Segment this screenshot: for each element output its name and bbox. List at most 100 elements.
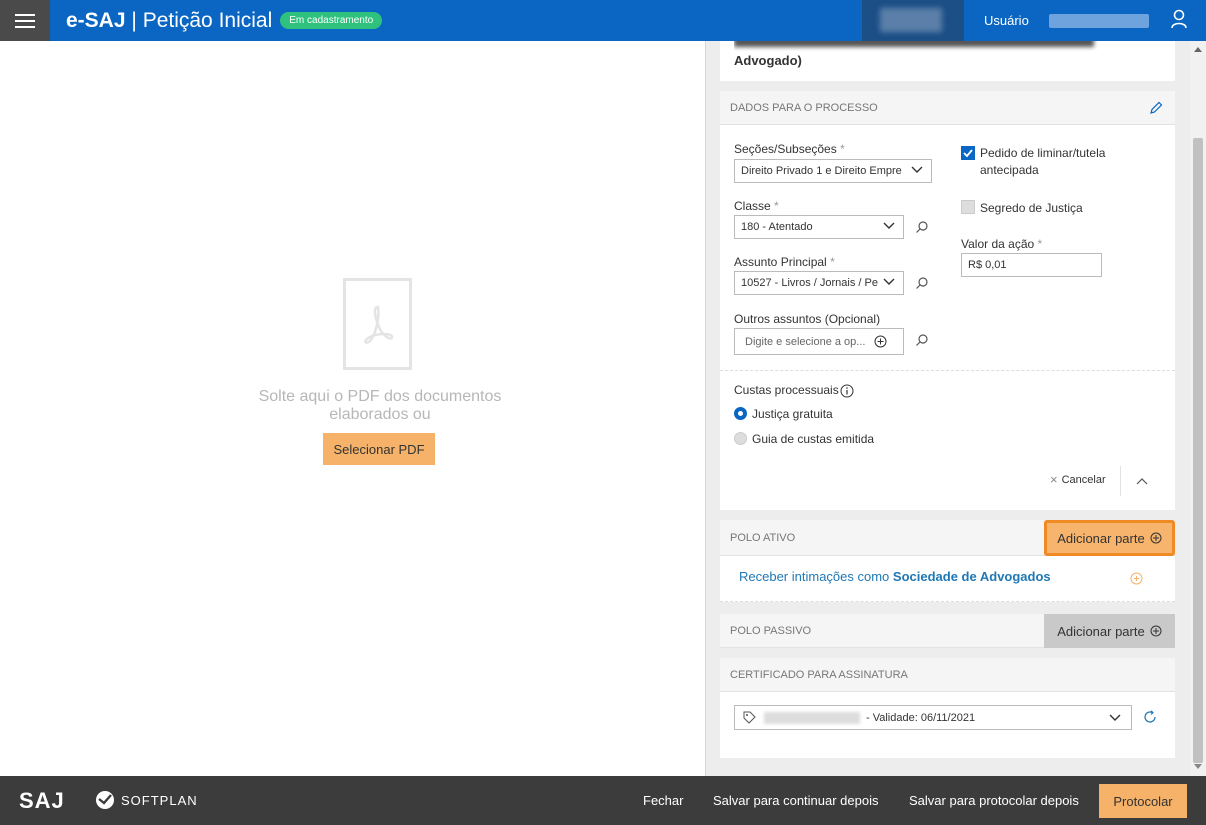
user-icon[interactable] — [1170, 9, 1188, 29]
redacted-content — [880, 8, 942, 32]
custas-label: Custas processuais — [734, 383, 839, 397]
salvar-continuar-button[interactable]: Salvar para continuar depois — [713, 776, 879, 825]
softplan-text: SOFTPLAN — [121, 792, 198, 808]
outros-assuntos-input[interactable]: Digite e selecione a op... — [734, 328, 904, 355]
radio-justica-gratuita[interactable] — [734, 407, 747, 420]
tag-icon — [743, 711, 756, 724]
assunto-select[interactable]: 10527 - Livros / Jornais / Pe — [734, 271, 904, 295]
search-icon[interactable] — [915, 276, 929, 290]
lawyer-name-redacted — [734, 41, 1161, 51]
info-icon[interactable] — [840, 384, 854, 398]
chevron-down-icon — [883, 278, 895, 285]
user-menu[interactable]: Usuário — [964, 0, 1206, 41]
chevron-up-icon[interactable] — [1136, 477, 1148, 485]
classe-select[interactable]: 180 - Atentado — [734, 215, 904, 239]
valor-value: R$ 0,01 — [968, 259, 1007, 271]
scroll-thumb[interactable] — [1193, 138, 1203, 763]
secoes-label: Seções/Subseções * — [734, 142, 845, 156]
polo-passivo-add-party-button[interactable]: Adicionar parte — [1044, 614, 1175, 648]
link-bold: Sociedade de Advogados — [892, 569, 1051, 584]
user-label: Usuário — [984, 13, 1029, 28]
refresh-icon[interactable] — [1143, 710, 1157, 724]
segredo-checkbox[interactable] — [961, 200, 975, 214]
scroll-up-arrow[interactable] — [1194, 47, 1202, 52]
add-party-label: Adicionar parte — [1057, 530, 1145, 546]
menu-icon-line — [15, 13, 35, 16]
side-panel-scrollbar[interactable] — [1190, 41, 1206, 776]
search-icon[interactable] — [915, 220, 929, 234]
certificado-title: CERTIFICADO PARA ASSINATURA — [730, 668, 908, 681]
polo-passivo-title: POLO PASSIVO — [730, 624, 812, 637]
hamburger-menu-button[interactable] — [0, 0, 50, 41]
redacted-area — [862, 0, 964, 41]
certificate-name-redacted — [764, 711, 860, 724]
salvar-protocolar-button[interactable]: Salvar para protocolar depois — [909, 776, 1079, 825]
liminar-label-2: antecipada — [980, 163, 1039, 177]
liminar-label-1: Pedido de liminar/tutela — [980, 146, 1106, 160]
valor-input[interactable]: R$ 0,01 — [961, 253, 1102, 277]
cancel-label: Cancelar — [1061, 474, 1106, 486]
saj-logo: SAJ — [19, 788, 65, 813]
segredo-label: Segredo de Justiça — [980, 201, 1083, 215]
app-name: e-SAJ — [66, 8, 126, 32]
fechar-button[interactable]: Fechar — [643, 776, 683, 825]
protocolar-button[interactable]: Protocolar — [1099, 784, 1187, 818]
radio-guia-custas[interactable] — [734, 432, 747, 445]
scroll-down-arrow[interactable] — [1194, 764, 1202, 769]
required-mark: * — [830, 255, 835, 269]
link-prefix: Receber intimações como — [739, 569, 890, 584]
status-badge: Em cadastramento — [280, 12, 383, 29]
acrobat-icon — [363, 305, 393, 344]
receber-intimacoes-link[interactable]: Receber intimações como Sociedade de Adv… — [739, 569, 1051, 584]
chevron-down-icon — [883, 222, 895, 229]
close-icon: × — [1050, 472, 1058, 487]
chevron-down-icon — [911, 166, 923, 173]
edit-pencil-icon[interactable] — [1149, 101, 1163, 115]
title-separator: | — [131, 8, 137, 32]
user-name-redacted — [1048, 13, 1149, 28]
assunto-label: Assunto Principal * — [734, 255, 835, 269]
secoes-value: Direito Privado 1 e Direito Empre — [741, 165, 902, 177]
add-circle-icon — [1150, 625, 1162, 637]
classe-label: Classe * — [734, 199, 779, 213]
dados-title: DADOS PARA O PROCESSO — [730, 101, 878, 114]
app-title: e-SAJ | Petição Inicial — [66, 9, 272, 33]
softplan-logo-icon — [96, 791, 114, 809]
section-divider — [720, 370, 1175, 371]
pdf-file-icon — [343, 278, 412, 370]
polo-ativo-title: POLO ATIVO — [730, 531, 796, 544]
outros-assuntos-placeholder: Digite e selecione a op... — [745, 335, 866, 348]
add-circle-icon — [1150, 532, 1162, 544]
lawyer-info-card: Advogado) — [720, 41, 1175, 81]
polo-ativo-add-party-button[interactable]: Adicionar parte — [1044, 520, 1175, 556]
assunto-value: 10527 - Livros / Jornais / Pe — [741, 277, 878, 289]
classe-value: 180 - Atentado — [741, 221, 813, 233]
outros-assuntos-label: Outros assuntos (Opcional) — [734, 312, 881, 326]
check-icon — [963, 149, 973, 158]
page-title: Petição Inicial — [142, 8, 273, 32]
certificado-header: CERTIFICADO PARA ASSINATURA — [720, 658, 1175, 692]
certificado-select[interactable]: - Validade: 06/11/2021 — [734, 705, 1132, 730]
required-mark: * — [840, 142, 845, 156]
cancel-button[interactable]: × Cancelar — [1050, 472, 1106, 487]
select-pdf-button[interactable]: Selecionar PDF — [323, 433, 435, 465]
menu-icon-line — [15, 25, 35, 28]
radio-justica-gratuita-label: Justiça gratuita — [752, 407, 833, 421]
certificado-validade: - Validade: 06/11/2021 — [866, 711, 976, 724]
drop-instructions: Solte aqui o PDF dos documentos elaborad… — [258, 388, 502, 423]
add-party-label: Adicionar parte — [1057, 623, 1145, 639]
menu-icon-line — [15, 19, 35, 22]
liminar-checkbox[interactable] — [961, 146, 975, 160]
valor-label: Valor da ação * — [961, 237, 1043, 251]
add-circle-icon[interactable] — [1130, 572, 1143, 585]
secoes-select[interactable]: Direito Privado 1 e Direito Empre — [734, 159, 932, 183]
add-circle-icon[interactable] — [874, 335, 887, 348]
required-mark: * — [1037, 237, 1043, 251]
radio-guia-custas-label: Guia de custas emitida — [752, 432, 875, 446]
required-mark: * — [774, 199, 779, 213]
lawyer-role: Advogado) — [734, 53, 802, 68]
search-icon[interactable] — [915, 333, 929, 347]
softplan-logo: SOFTPLAN — [95, 790, 198, 810]
dados-section-header: DADOS PARA O PROCESSO — [720, 91, 1175, 125]
chevron-down-icon — [1109, 714, 1121, 721]
